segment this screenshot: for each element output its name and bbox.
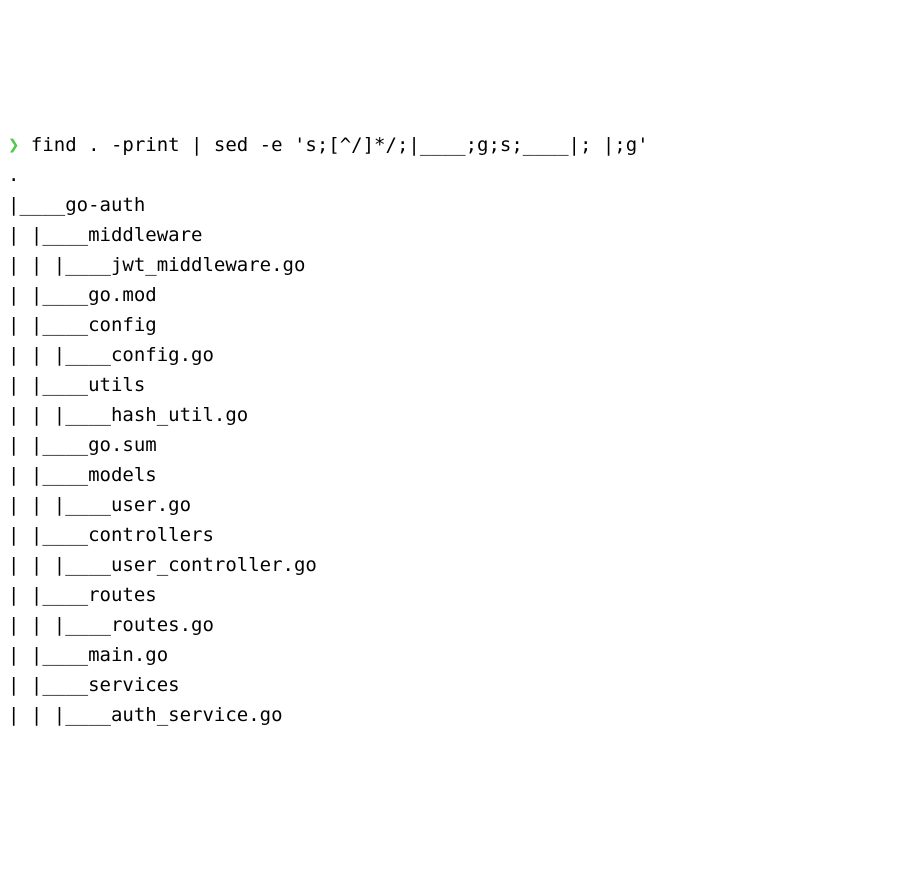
output-line: | | |____config.go xyxy=(8,340,906,370)
output-line: | |____go.sum xyxy=(8,430,906,460)
output-line: | |____config xyxy=(8,310,906,340)
output-line: . xyxy=(8,160,906,190)
output-line: | |____models xyxy=(8,460,906,490)
command-line[interactable]: ❯ find . -print | sed -e 's;[^/]*/;|____… xyxy=(8,134,649,156)
output-line: | | |____auth_service.go xyxy=(8,700,906,730)
output-line: | | |____user_controller.go xyxy=(8,550,906,580)
output-line: | | |____hash_util.go xyxy=(8,400,906,430)
output-line: | | |____jwt_middleware.go xyxy=(8,250,906,280)
terminal-output: .|____go-auth| |____middleware| | |____j… xyxy=(8,160,906,730)
output-line: | |____services xyxy=(8,670,906,700)
output-line: | |____routes xyxy=(8,580,906,610)
output-line: | |____controllers xyxy=(8,520,906,550)
output-line: | | |____routes.go xyxy=(8,610,906,640)
output-line: | |____utils xyxy=(8,370,906,400)
output-line: |____go-auth xyxy=(8,190,906,220)
output-line: | |____main.go xyxy=(8,640,906,670)
output-line: | | |____user.go xyxy=(8,490,906,520)
output-line: | |____go.mod xyxy=(8,280,906,310)
prompt-symbol: ❯ xyxy=(8,134,19,156)
output-line: | |____middleware xyxy=(8,220,906,250)
command-text: find . -print | sed -e 's;[^/]*/;|____;g… xyxy=(19,134,648,156)
